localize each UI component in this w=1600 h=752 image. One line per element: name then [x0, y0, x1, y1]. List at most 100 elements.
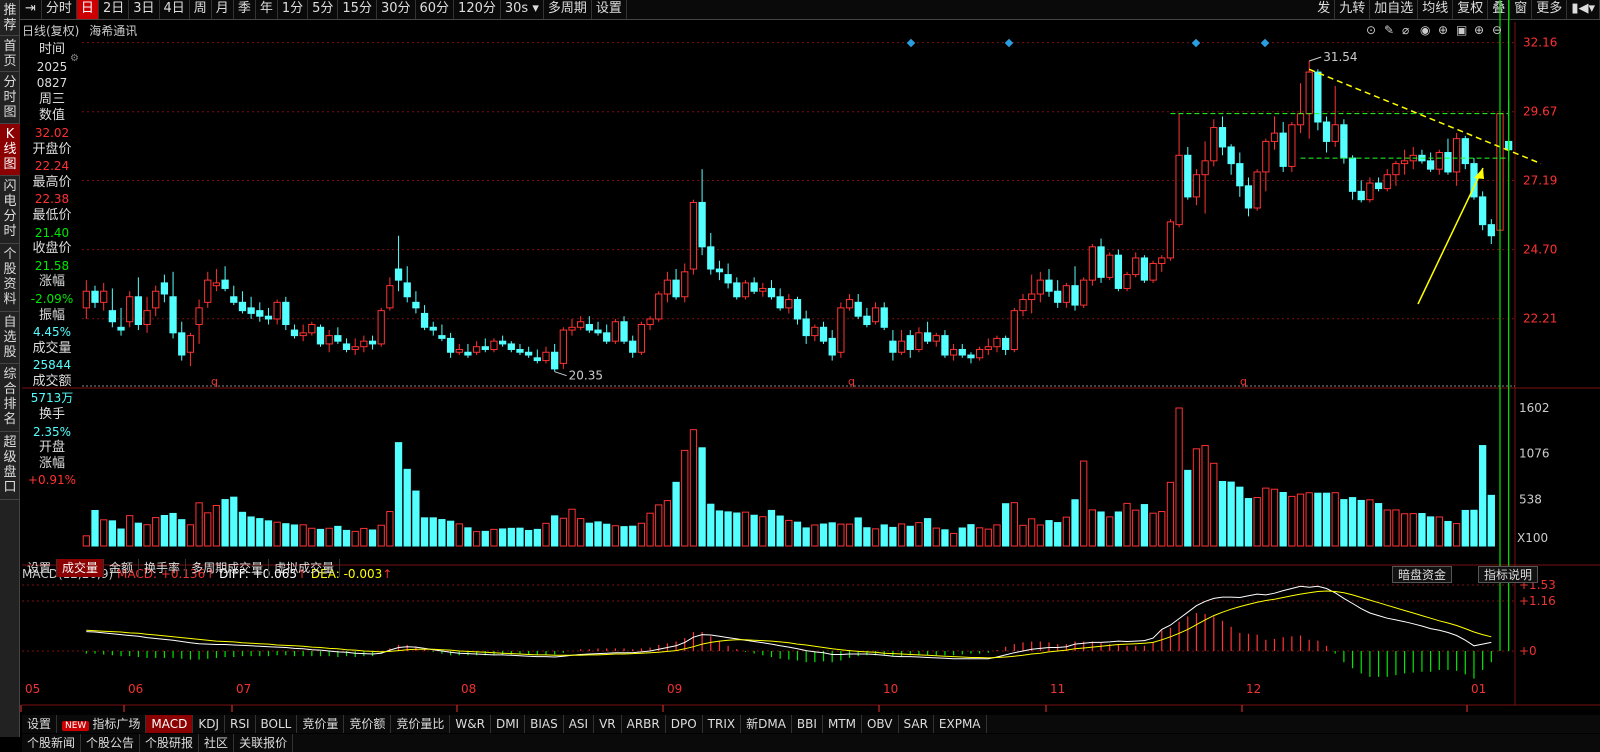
indicator-tab-15[interactable]: DPO: [666, 715, 703, 733]
indicator-tab-5[interactable]: BOLL: [256, 715, 298, 733]
volume-bar: [672, 481, 680, 547]
volume-bar: [342, 529, 351, 547]
candle-body: [1452, 138, 1461, 173]
volume-bar: [186, 524, 195, 547]
indicator-tab-8[interactable]: 竞价量比: [391, 715, 451, 733]
indicator-help-button[interactable]: 指标说明: [1477, 566, 1538, 583]
indicator-tab-2[interactable]: MACD: [146, 715, 194, 733]
candle-body: [1331, 124, 1339, 142]
volume-tab-3[interactable]: 换手率: [139, 559, 187, 577]
indicator-tab-13[interactable]: VR: [594, 715, 622, 733]
indicator-tab-18[interactable]: BBI: [792, 715, 823, 733]
indicator-tab-16[interactable]: TRIX: [703, 715, 742, 733]
candle-body: [889, 340, 897, 353]
info-open: 22.24: [34, 159, 70, 174]
news-tab-3[interactable]: 社区: [199, 734, 235, 752]
indicator-tab-6[interactable]: 竞价量: [297, 715, 345, 733]
chart-tool-icon: ⊕: [1438, 23, 1448, 37]
candle-body: [533, 357, 541, 362]
candle-body: [1175, 154, 1183, 226]
volume-bar: [525, 529, 533, 547]
volume-bar: [1348, 497, 1357, 547]
candle-body: [1166, 221, 1175, 259]
indicator-tab-19[interactable]: MTM: [823, 715, 862, 733]
volume-bar: [221, 499, 229, 547]
candle-body: [1158, 257, 1166, 264]
indicator-tab-12[interactable]: ASI: [564, 715, 595, 733]
candle-body: [178, 332, 186, 356]
volume-bar: [498, 528, 507, 547]
indicator-tab-0[interactable]: 设置: [22, 715, 58, 733]
q-marker: q: [211, 375, 218, 388]
volume-bar: [1010, 502, 1018, 547]
volume-bar: [1114, 511, 1123, 547]
volume-tab-4[interactable]: 多周期成交量: [186, 559, 270, 577]
indicator-tab-9[interactable]: W&R: [450, 715, 491, 733]
indicator-tab-21[interactable]: SAR: [899, 715, 934, 733]
volume-tab-1[interactable]: 成交量: [57, 559, 105, 577]
indicator-tab-11[interactable]: BIAS: [525, 715, 564, 733]
candle-body: [897, 340, 906, 353]
news-tab-2[interactable]: 个股研报: [140, 734, 200, 752]
indicator-tab-14[interactable]: ARBR: [622, 715, 666, 733]
volume-bar: [629, 525, 637, 547]
candle-body: [1487, 224, 1495, 237]
candle-body: [1296, 113, 1305, 126]
candle-body: [629, 340, 637, 353]
candle-body: [360, 340, 368, 348]
candle-body: [663, 279, 672, 295]
volume-bar: [767, 509, 776, 547]
indicator-tab-3[interactable]: KDJ: [193, 715, 225, 733]
dark-pool-button[interactable]: 暗盘资金: [1391, 566, 1452, 583]
volume-bar: [1218, 480, 1227, 547]
volume-bar: [1097, 511, 1105, 547]
candle-body: [446, 337, 455, 353]
volume-bar: [819, 523, 828, 547]
indicator-tab-17[interactable]: 新DMA: [741, 715, 792, 733]
indicator-tab-7[interactable]: 竞价额: [344, 715, 392, 733]
indicator-tab-22[interactable]: EXPMA: [934, 715, 987, 733]
volume-bar: [1400, 513, 1409, 547]
volume-tab-2[interactable]: 金额: [104, 559, 140, 577]
volume-tab-0[interactable]: 设置: [22, 559, 58, 577]
news-tab-0[interactable]: 个股新闻: [22, 734, 82, 752]
info-turnover: 2.35%: [32, 424, 72, 439]
volume-bar: [585, 522, 593, 547]
news-tab-1[interactable]: 个股公告: [81, 734, 141, 752]
volume-bar: [915, 522, 923, 547]
volume-bar: [568, 508, 576, 547]
volume-bar: [863, 527, 871, 547]
info-weekday: 周三: [38, 91, 65, 107]
volume-bar: [949, 532, 958, 547]
candle-body: [1210, 127, 1218, 162]
candle-body: [412, 301, 420, 309]
candle-body: [724, 274, 732, 284]
price-axis-label: 22.21: [1523, 312, 1557, 326]
volume-tab-5[interactable]: 虚拟成交量: [269, 559, 341, 577]
volume-bar: [1296, 493, 1305, 547]
candle-body: [915, 332, 923, 350]
volume-bar: [637, 522, 646, 547]
candle-body: [91, 290, 99, 303]
volume-bar: [438, 519, 446, 547]
volume-bar: [1184, 469, 1192, 547]
info-amount-label: 成交额: [32, 373, 72, 389]
volume-bar: [793, 521, 802, 547]
volume-bar: [594, 521, 602, 547]
volume-bar: [646, 512, 654, 547]
volume-bar: [1288, 495, 1296, 547]
chart-tool-icon: ⊕: [1474, 23, 1484, 37]
indicator-tab-1[interactable]: NEW 指标广场: [57, 715, 147, 733]
volume-bar: [273, 521, 281, 547]
volume-bar: [1322, 492, 1331, 547]
indicator-tab-4[interactable]: RSI: [225, 715, 256, 733]
volume-bar: [212, 505, 221, 547]
volume-bar: [1479, 445, 1487, 547]
candle-body: [1201, 160, 1209, 176]
indicator-tab-20[interactable]: OBV: [862, 715, 899, 733]
news-tab-4[interactable]: 关联报价: [234, 734, 294, 752]
candle-body: [160, 282, 169, 295]
indicator-tab-10[interactable]: DMI: [491, 715, 526, 733]
volume-bar: [811, 524, 819, 547]
kline-chart[interactable]: 32.16 29.67 27.19 24.70 22.21 31.54 20.35 q q q 16…: [0, 0, 1600, 737]
